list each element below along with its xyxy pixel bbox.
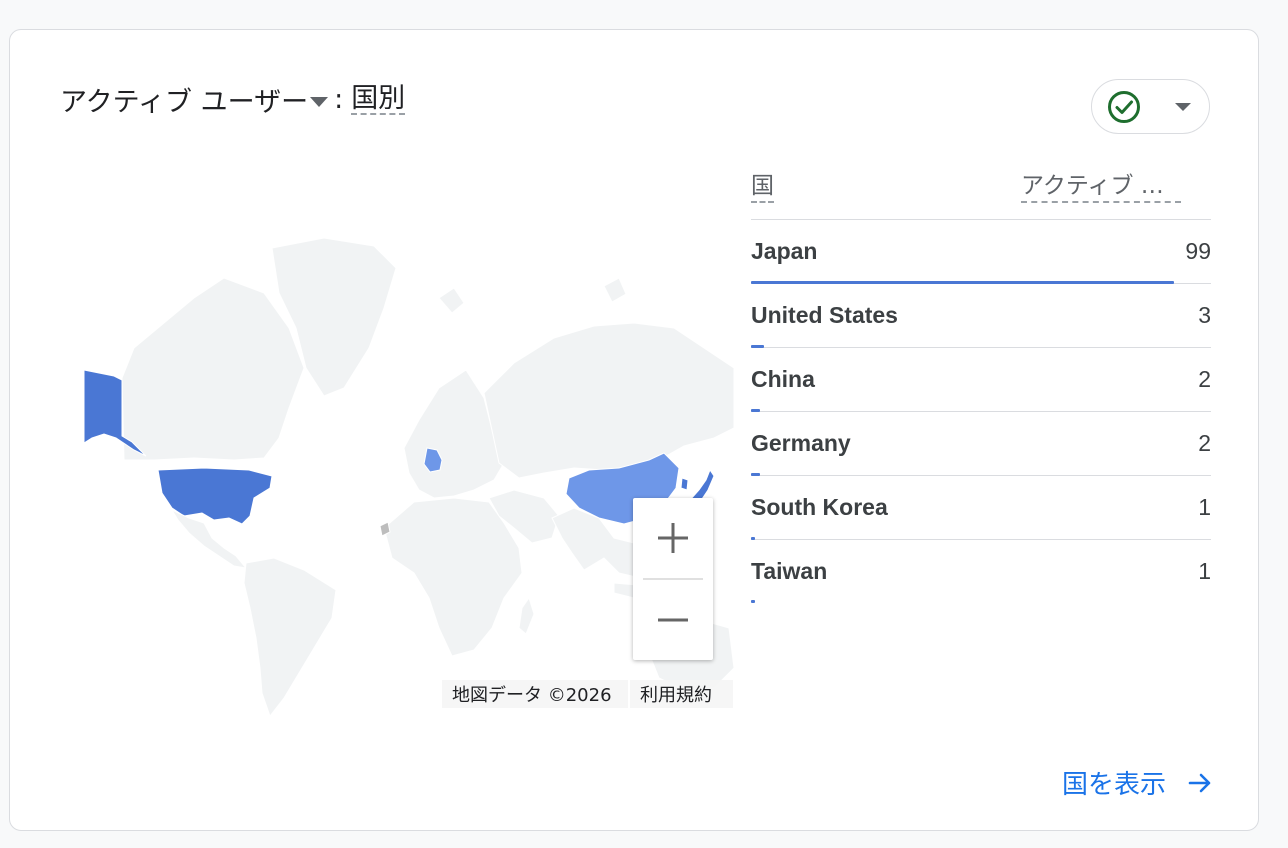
- active-users-value: 99: [1185, 238, 1211, 264]
- title-colon: :: [334, 84, 344, 115]
- country-name: Japan: [751, 238, 818, 264]
- minus-icon: [658, 618, 688, 622]
- country-name: Taiwan: [751, 558, 828, 584]
- view-countries-link[interactable]: 国を表示: [1062, 764, 1214, 801]
- dimension-selector[interactable]: 国別: [351, 83, 406, 116]
- country-name: Germany: [751, 430, 851, 456]
- active-users-value: 2: [1198, 430, 1211, 456]
- active-users-value: 3: [1198, 302, 1211, 328]
- value-bar: [751, 600, 755, 603]
- map-region-south-korea[interactable]: [680, 477, 689, 491]
- table-row[interactable]: China 2: [751, 348, 1211, 412]
- column-header-country[interactable]: 国: [751, 171, 774, 203]
- map-region-russia[interactable]: [483, 322, 734, 479]
- map-region-arctic-islands[interactable]: [438, 287, 465, 314]
- table-header: 国 アクティブ ユ...: [751, 168, 1211, 220]
- active-users-value: 2: [1198, 366, 1211, 392]
- active-users-value: 1: [1198, 494, 1211, 520]
- table-row[interactable]: South Korea 1: [751, 476, 1211, 540]
- view-countries-label: 国を表示: [1062, 770, 1167, 800]
- check-circle-icon: [1108, 90, 1140, 123]
- table-row[interactable]: Germany 2: [751, 412, 1211, 476]
- country-name: China: [751, 366, 815, 392]
- active-users-value: 1: [1198, 558, 1211, 584]
- country-table: 国 アクティブ ユ... Japan 99 United States 3 China 2…: [751, 168, 1211, 604]
- column-header-active-users[interactable]: アクティブ ユ...: [1021, 171, 1181, 203]
- plus-icon: [658, 523, 688, 553]
- map-region-madagascar[interactable]: [518, 596, 535, 635]
- table-rows: Japan 99 United States 3 China 2 Germany 2 South…: [751, 220, 1211, 604]
- active-users-by-country-card: アクティブ ユーザー : 国別 地図データ ©2026 利用規約 国 アクティブ…: [9, 29, 1259, 831]
- table-row[interactable]: Japan 99: [751, 220, 1211, 284]
- table-row[interactable]: United States 3: [751, 284, 1211, 348]
- dropdown-arrow-icon: [1175, 102, 1191, 111]
- map-region-canada[interactable]: [121, 277, 305, 461]
- arrow-right-icon: [1188, 773, 1211, 792]
- metric-label: アクティブ ユーザー: [60, 87, 309, 118]
- data-quality-button[interactable]: [1091, 79, 1210, 134]
- metric-selector[interactable]: アクティブ ユーザー: [60, 80, 330, 119]
- zoom-out-button[interactable]: [633, 580, 713, 660]
- map-region-africa[interactable]: [383, 497, 523, 657]
- zoom-in-button[interactable]: [633, 498, 713, 578]
- country-name: United States: [751, 302, 898, 328]
- table-row[interactable]: Taiwan 1: [751, 540, 1211, 604]
- zoom-controls: [633, 498, 713, 660]
- card-title: アクティブ ユーザー : 国別: [60, 80, 406, 119]
- country-name: South Korea: [751, 494, 888, 520]
- caret-down-icon: [310, 96, 329, 107]
- map-terms-link[interactable]: 利用規約: [630, 680, 733, 708]
- map-region-svalbard[interactable]: [603, 277, 627, 303]
- map-attribution: 地図データ ©2026: [442, 680, 628, 708]
- map-region-south-america[interactable]: [243, 557, 337, 718]
